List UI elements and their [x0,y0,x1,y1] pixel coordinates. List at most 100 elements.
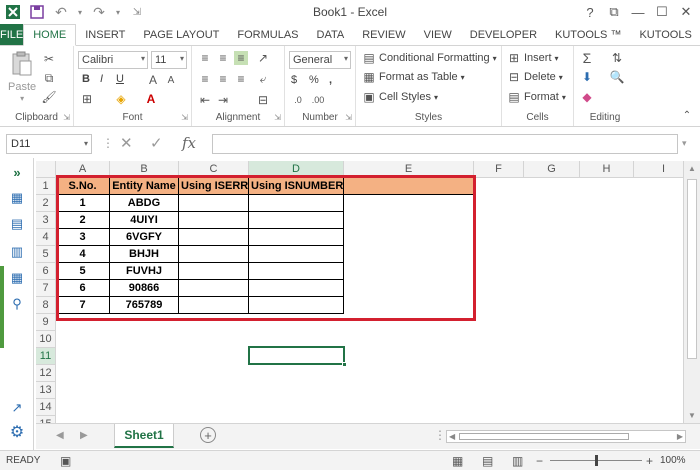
name-manager-icon[interactable]: ▥ [9,244,25,260]
insert-function-icon[interactable]: fx [182,134,196,152]
font-color-icon[interactable]: A [144,92,158,106]
scroll-left-icon[interactable]: ◀ [449,432,455,441]
align-middle-icon[interactable]: ≡ [216,51,230,65]
percent-button[interactable]: % [309,74,319,86]
wrap-text-icon[interactable]: ⤶ [256,72,270,86]
vertical-scrollbar[interactable]: ▲ ▼ [683,161,700,423]
align-center-icon[interactable]: ≡ [216,72,230,86]
column-header[interactable]: I [634,161,683,178]
conditional-formatting-button[interactable]: ▤ Conditional Formatting ▾ [362,51,496,65]
tab-data[interactable]: DATA [308,24,354,46]
tab-formulas[interactable]: FORMULAS [228,24,307,46]
column-header[interactable]: B [110,161,179,178]
table-cell-iserr[interactable] [179,212,249,229]
maximize-icon[interactable]: ☐ [650,2,674,22]
row-header[interactable]: 15 [36,416,56,423]
merge-center-icon[interactable]: ⊟ [256,93,270,107]
row-header[interactable]: 4 [36,229,56,246]
increase-decimal-icon[interactable]: .0 [291,93,305,107]
enter-check-icon[interactable]: ✓ [150,134,163,152]
paste-button[interactable]: Paste ▾ [8,51,36,103]
table-cell-sno[interactable]: 5 [56,263,110,280]
tab-page-layout[interactable]: PAGE LAYOUT [134,24,228,46]
row-header[interactable]: 3 [36,212,56,229]
row-header[interactable]: 13 [36,382,56,399]
zoom-level[interactable]: 100% [660,455,686,466]
copy-icon[interactable]: ⧉ [42,71,56,85]
row-header[interactable]: 5 [36,246,56,263]
pane-splitter[interactable] [0,266,4,348]
number-format-select[interactable]: General ▾ [289,51,351,69]
popout-icon[interactable]: ↗ [9,400,25,416]
row-header[interactable]: 11 [36,348,56,365]
align-top-icon[interactable]: ≡ [198,51,212,65]
page-layout-view-icon[interactable]: ▤ [482,454,493,468]
cancel-icon[interactable]: ✕ [120,134,133,152]
zoom-out-icon[interactable]: − [536,454,543,468]
find-select-icon[interactable]: 🔍 [610,70,625,84]
worksheet-grid[interactable]: A B C D E F G H I 1 2 3 4 5 6 7 8 9 10 1… [36,161,683,423]
find-replace-icon[interactable]: ⚲ [9,296,25,312]
tab-kutools-tm[interactable]: KUTOOLS ™ [546,24,630,46]
row-header[interactable]: 14 [36,399,56,416]
zoom-slider-knob[interactable] [595,455,598,466]
align-bottom-icon[interactable]: ≡ [234,51,248,65]
column-header[interactable]: H [580,161,634,178]
redo-dropdown-icon[interactable]: ▾ [114,3,122,21]
table-cell-iserr[interactable] [179,280,249,297]
format-button[interactable]: ▤ Format ▾ [507,90,566,104]
row-header[interactable]: 6 [36,263,56,280]
table-cell-sno[interactable]: 1 [56,195,110,212]
column-header[interactable]: G [524,161,580,178]
undo-icon[interactable]: ↶ [52,3,70,21]
row-header[interactable]: 2 [36,195,56,212]
table-cell-isnumber[interactable] [249,246,344,263]
table-cell-isnumber[interactable] [249,229,344,246]
save-icon[interactable] [28,3,46,21]
table-cell-sno[interactable]: 3 [56,229,110,246]
tab-home[interactable]: HOME [23,24,77,46]
sheet-tab[interactable]: Sheet1 [114,424,174,448]
table-cell-sno[interactable]: 2 [56,212,110,229]
macro-record-icon[interactable]: ▣ [60,454,71,468]
table-cell-isnumber[interactable] [249,297,344,314]
column-header[interactable]: F [474,161,524,178]
row-header[interactable]: 8 [36,297,56,314]
comma-button[interactable]: , [329,74,332,86]
fill-color-icon[interactable]: ◈ [114,92,128,106]
row-header[interactable]: 12 [36,365,56,382]
table-cell-name[interactable]: 765789 [110,297,179,314]
delete-button[interactable]: ⊟ Delete ▾ [507,70,563,84]
increase-font-icon[interactable]: A [146,73,160,87]
table-cell-sno[interactable]: 7 [56,297,110,314]
zoom-in-icon[interactable]: + [646,454,653,468]
alignment-launcher-icon[interactable]: ⇲ [274,113,281,122]
fill-handle[interactable] [342,362,347,367]
add-sheet-button[interactable]: + [200,427,216,443]
name-box[interactable]: D11 ▾ [6,134,92,154]
table-header-cell[interactable]: Entity Name [110,178,179,195]
font-name-select[interactable]: Calibri ▾ [78,51,148,69]
italic-button[interactable]: I [100,73,103,85]
ribbon-display-icon[interactable]: ⧉ [602,2,626,22]
close-icon[interactable]: ✕ [674,2,698,22]
decrease-decimal-icon[interactable]: .00 [311,93,325,107]
normal-view-icon[interactable]: ▦ [452,454,463,468]
expand-pane-icon[interactable]: » [9,164,25,180]
page-break-view-icon[interactable]: ▥ [512,454,523,468]
scroll-right-icon[interactable]: ▶ [677,432,683,441]
format-painter-icon[interactable]: 🖌 [41,90,56,104]
column-header[interactable]: E [344,161,474,178]
tab-review[interactable]: REVIEW [353,24,414,46]
scroll-down-icon[interactable]: ▼ [688,411,696,420]
borders-icon[interactable]: ⊞ [80,92,94,106]
table-cell-sno[interactable]: 4 [56,246,110,263]
table-cell-name[interactable]: FUVHJ [110,263,179,280]
customize-qat-icon[interactable]: ⇲ [128,3,146,21]
scroll-up-icon[interactable]: ▲ [688,164,696,173]
increase-indent-icon[interactable]: ⇥ [216,93,230,107]
sort-filter-icon[interactable]: ⇅ [610,51,624,65]
align-left-icon[interactable]: ≡ [198,72,212,86]
tab-kutools[interactable]: KUTOOLS [630,24,700,46]
row-header[interactable]: 7 [36,280,56,297]
